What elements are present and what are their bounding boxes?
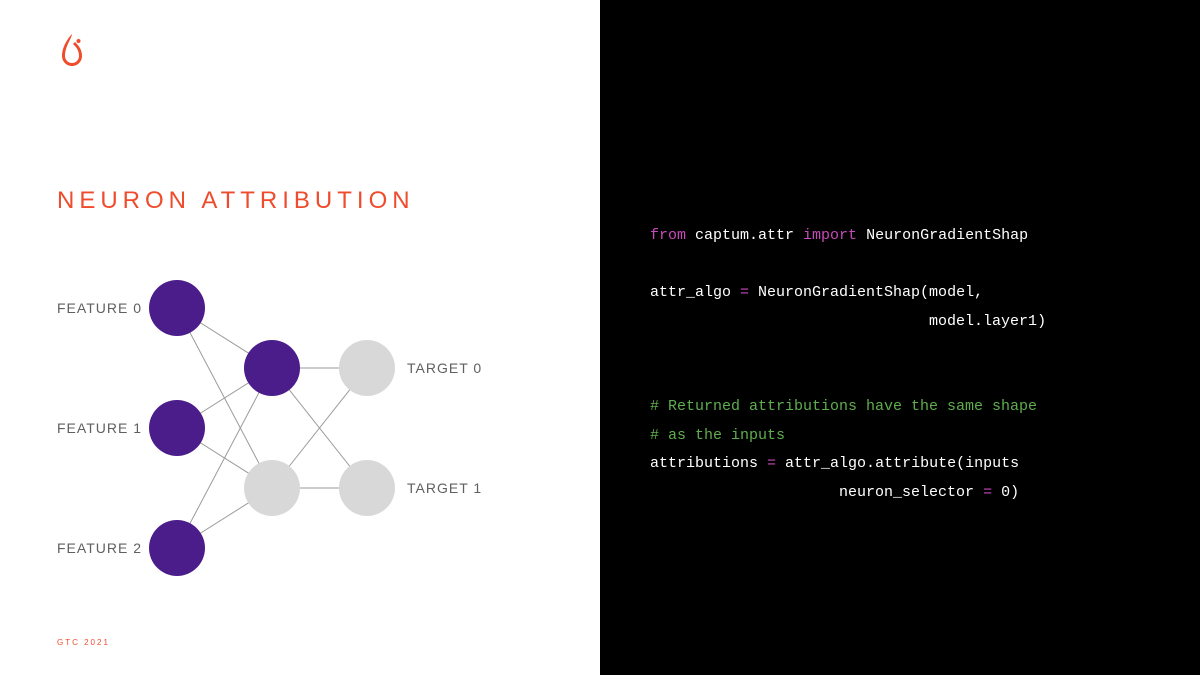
node-hidden-0: [244, 340, 300, 396]
label-feature-1: FEATURE 1: [57, 420, 142, 436]
code-kwarg: neuron_selector: [650, 484, 983, 501]
code-comment-1: # Returned attributions have the same sh…: [650, 398, 1037, 415]
code-eq-2: =: [767, 455, 776, 472]
label-feature-0: FEATURE 0: [57, 300, 142, 316]
network-diagram: FEATURE 0 FEATURE 1 FEATURE 2 TARGET 0 T…: [57, 260, 557, 600]
code-comment-2: # as the inputs: [650, 427, 785, 444]
right-pane: from captum.attr import NeuronGradientSh…: [600, 0, 1200, 675]
code-eq-1: =: [740, 284, 749, 301]
slide-title: NEURON ATTRIBUTION: [57, 187, 415, 215]
node-target-1: [339, 460, 395, 516]
label-target-1: TARGET 1: [407, 480, 482, 496]
code-eq-3: =: [983, 484, 992, 501]
code-call: attr_algo.attribute(inputs: [776, 455, 1019, 472]
label-feature-2: FEATURE 2: [57, 540, 142, 556]
slide-footer: GTC 2021: [57, 638, 110, 647]
label-target-0: TARGET 0: [407, 360, 482, 376]
code-kwarg-val: 0): [992, 484, 1019, 501]
code-construct-arg2: model.layer1): [650, 313, 1046, 330]
code-block: from captum.attr import NeuronGradientSh…: [650, 222, 1170, 507]
code-module: captum.attr: [686, 227, 803, 244]
node-hidden-1: [244, 460, 300, 516]
code-var-attr-algo: attr_algo: [650, 284, 740, 301]
pytorch-logo-icon: [57, 32, 87, 72]
code-kw-import: import: [803, 227, 857, 244]
node-feature-2: [149, 520, 205, 576]
code-var-attributions: attributions: [650, 455, 767, 472]
node-target-0: [339, 340, 395, 396]
left-pane: NEURON ATTRIBUTION: [0, 0, 600, 675]
code-classname: NeuronGradientShap: [857, 227, 1028, 244]
node-feature-1: [149, 400, 205, 456]
code-construct: NeuronGradientShap(model,: [749, 284, 983, 301]
code-kw-from: from: [650, 227, 686, 244]
slide: NEURON ATTRIBUTION: [0, 0, 1200, 675]
node-feature-0: [149, 280, 205, 336]
